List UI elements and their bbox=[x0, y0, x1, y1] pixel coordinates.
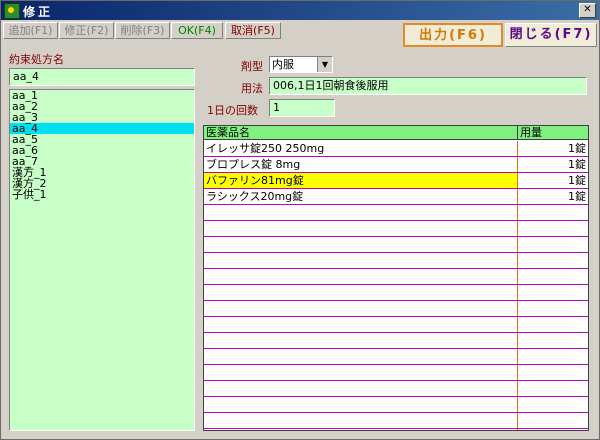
dosage-form-label: 剤型 bbox=[241, 60, 263, 73]
prescription-list[interactable]: aa_1 aa_2 aa_3 aa_4 aa_5 aa_6 aa_7 漢方_1 … bbox=[9, 89, 195, 431]
times-per-day-field[interactable]: 1 bbox=[269, 99, 335, 117]
table-row[interactable]: イレッサ錠250 250mg 1錠 bbox=[204, 141, 588, 157]
table-row[interactable] bbox=[204, 301, 588, 317]
medicine-name-cell[interactable] bbox=[204, 349, 518, 364]
table-row[interactable]: ブロプレス錠 8mg 1錠 bbox=[204, 157, 588, 173]
times-per-day-label: 1日の回数 bbox=[207, 104, 258, 117]
dose-cell[interactable] bbox=[518, 237, 588, 252]
window-title: 修正 bbox=[23, 5, 54, 19]
medicine-name-cell[interactable]: イレッサ錠250 250mg bbox=[204, 141, 518, 156]
table-row[interactable] bbox=[204, 205, 588, 221]
delete-button[interactable]: 削除(F3) bbox=[115, 22, 170, 39]
table-row[interactable] bbox=[204, 381, 588, 397]
dose-cell[interactable] bbox=[518, 381, 588, 396]
chevron-down-icon[interactable]: ▼ bbox=[317, 57, 332, 72]
medicine-name-cell[interactable]: ラシックス20mg錠 bbox=[204, 189, 518, 204]
medicine-name-cell[interactable] bbox=[204, 253, 518, 268]
medicine-name-cell[interactable] bbox=[204, 413, 518, 428]
table-row[interactable] bbox=[204, 317, 588, 333]
usage-label: 用法 bbox=[241, 82, 263, 95]
medicine-name-cell[interactable] bbox=[204, 397, 518, 412]
table-row[interactable]: ラシックス20mg錠 1錠 bbox=[204, 189, 588, 205]
dose-cell[interactable] bbox=[518, 301, 588, 316]
table-row[interactable] bbox=[204, 285, 588, 301]
medicine-name-cell[interactable] bbox=[204, 269, 518, 284]
dose-cell[interactable] bbox=[518, 365, 588, 380]
close-icon[interactable]: ✕ bbox=[579, 3, 596, 18]
title-bar: 修正 ✕ bbox=[1, 1, 599, 20]
dose-cell[interactable] bbox=[518, 205, 588, 220]
prescription-name-label: 約束処方名 bbox=[9, 53, 64, 66]
dose-cell[interactable]: 1錠 bbox=[518, 157, 588, 172]
dose-cell[interactable] bbox=[518, 269, 588, 284]
add-button[interactable]: 追加(F1) bbox=[3, 22, 58, 39]
table-row[interactable] bbox=[204, 349, 588, 365]
close-button[interactable]: 閉じる(F7) bbox=[505, 23, 597, 47]
dose-cell[interactable] bbox=[518, 333, 588, 348]
dosage-form-select[interactable]: 内服 ▼ bbox=[269, 56, 333, 73]
output-button[interactable]: 出力(F6) bbox=[403, 23, 503, 47]
medicine-name-cell[interactable] bbox=[204, 429, 518, 430]
app-icon bbox=[4, 3, 20, 19]
table-row[interactable] bbox=[204, 221, 588, 237]
medicine-name-cell[interactable] bbox=[204, 317, 518, 332]
medicine-name-cell[interactable] bbox=[204, 205, 518, 220]
dose-cell[interactable] bbox=[518, 285, 588, 300]
table-row[interactable] bbox=[204, 397, 588, 413]
medicine-grid[interactable]: 医薬品名 用量 イレッサ錠250 250mg 1錠 ブロプレス錠 8mg 1錠 バファリ… bbox=[203, 125, 589, 431]
edit-button[interactable]: 修正(F2) bbox=[59, 22, 114, 39]
dosage-form-value: 内服 bbox=[272, 58, 294, 71]
list-item[interactable]: 子供_1 bbox=[10, 189, 194, 200]
table-row[interactable] bbox=[204, 333, 588, 349]
medicine-name-cell[interactable] bbox=[204, 221, 518, 236]
table-row[interactable] bbox=[204, 253, 588, 269]
table-row[interactable]: バファリン81mg錠 1錠 bbox=[204, 173, 588, 189]
dose-cell[interactable] bbox=[518, 397, 588, 412]
dose-cell[interactable] bbox=[518, 429, 588, 430]
usage-field[interactable]: 006,1日1回朝食後服用 bbox=[269, 77, 587, 95]
table-row[interactable] bbox=[204, 429, 588, 430]
medicine-name-cell[interactable] bbox=[204, 365, 518, 380]
table-row[interactable] bbox=[204, 237, 588, 253]
medicine-name-cell[interactable] bbox=[204, 301, 518, 316]
medicine-name-cell[interactable] bbox=[204, 285, 518, 300]
medicine-name-cell[interactable]: ブロプレス錠 8mg bbox=[204, 157, 518, 172]
dose-cell[interactable] bbox=[518, 413, 588, 428]
prescription-name-field[interactable]: aa_4 bbox=[9, 68, 195, 86]
dose-cell[interactable] bbox=[518, 349, 588, 364]
dose-cell[interactable] bbox=[518, 317, 588, 332]
cancel-button[interactable]: 取消(F5) bbox=[225, 22, 281, 39]
medicine-name-cell[interactable]: バファリン81mg錠 bbox=[204, 173, 518, 188]
medicine-name-cell[interactable] bbox=[204, 333, 518, 348]
table-row[interactable] bbox=[204, 365, 588, 381]
dose-cell[interactable] bbox=[518, 221, 588, 236]
dose-cell[interactable] bbox=[518, 253, 588, 268]
dose-cell[interactable]: 1錠 bbox=[518, 189, 588, 204]
ok-button[interactable]: OK(F4) bbox=[171, 22, 223, 39]
medicine-name-cell[interactable] bbox=[204, 381, 518, 396]
medicine-name-cell[interactable] bbox=[204, 237, 518, 252]
column-header-dose: 用量 bbox=[518, 126, 588, 140]
table-row[interactable] bbox=[204, 413, 588, 429]
column-header-medicine: 医薬品名 bbox=[204, 126, 518, 140]
dose-cell[interactable]: 1錠 bbox=[518, 173, 588, 188]
dose-cell[interactable]: 1錠 bbox=[518, 141, 588, 156]
table-row[interactable] bbox=[204, 269, 588, 285]
app-window: 修正 ✕ 追加(F1) 修正(F2) 削除(F3) OK(F4) 取消(F5) … bbox=[0, 0, 600, 440]
